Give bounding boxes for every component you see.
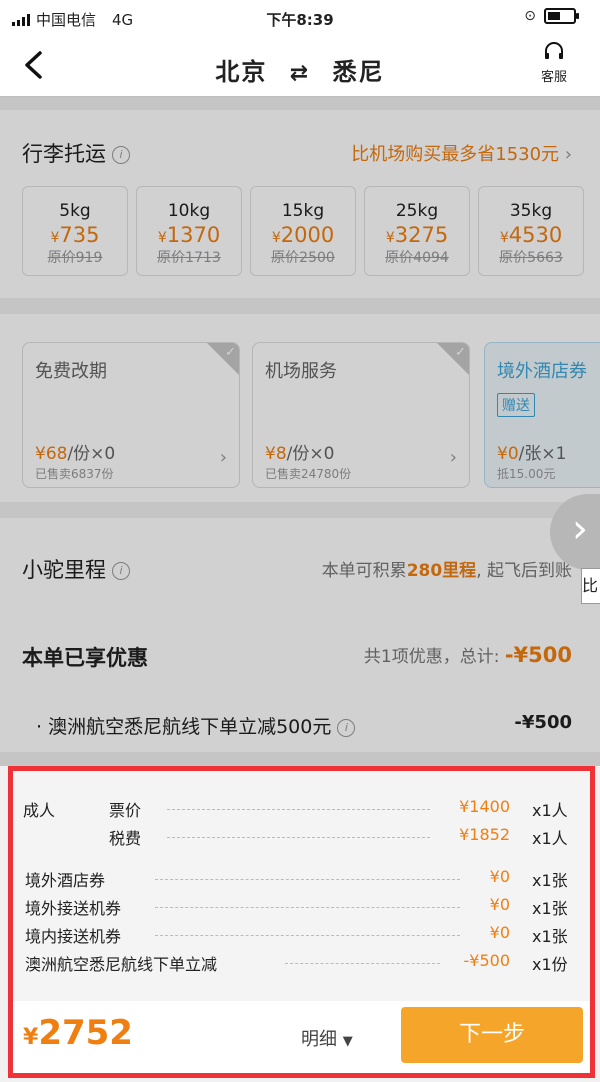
overlay-mask[interactable]	[0, 96, 600, 766]
next-step-button[interactable]: 下一步	[401, 1007, 583, 1063]
row-quantity: x1张	[532, 899, 568, 918]
row-label: 澳洲航空悉尼航线下单立减	[25, 955, 218, 974]
row-quantity: x1张	[532, 927, 568, 946]
breakdown-row-overseas-transfer: 境外接送机券 ¥0 x1张	[25, 895, 580, 919]
row-amount: ¥1400	[459, 797, 510, 816]
row-quantity: x1张	[532, 871, 568, 890]
clock: 下午8:39	[266, 11, 334, 29]
leader-line	[167, 837, 430, 838]
row-label: 票价	[109, 801, 142, 820]
origin-city: 北京	[215, 58, 268, 86]
row-amount: ¥0	[489, 895, 510, 914]
destination-city: 悉尼	[332, 58, 385, 86]
battery-icon	[544, 8, 579, 24]
row-label: 境外酒店券	[25, 871, 106, 890]
price-breakdown-panel: 成人 票价 ¥1400 x1人 税费 ¥1852 x1人 境外酒店券 ¥0 x1…	[8, 766, 595, 1078]
row-label: 境外接送机券	[25, 899, 122, 918]
row-label: 境内接送机券	[25, 927, 122, 946]
row-amount: ¥0	[489, 867, 510, 886]
row-label: 税费	[109, 829, 142, 848]
side-tab-label[interactable]: 比	[581, 568, 600, 604]
checkout-bar: ¥2752 明细 ▼ 下一步	[13, 1001, 590, 1073]
customer-service-button[interactable]: 客服	[536, 42, 572, 85]
breakdown-row-tax: 税费 ¥1852 x1人	[25, 825, 580, 849]
caret-down-icon: ▼	[342, 1034, 353, 1049]
detail-toggle[interactable]: 明细 ▼	[301, 1025, 353, 1051]
rotation-lock-icon: ⊙	[524, 8, 536, 24]
leader-line	[167, 809, 430, 810]
route-title: 北京 ⇄ 悉尼	[0, 52, 600, 87]
breakdown-row-domestic-transfer: 境内接送机券 ¥0 x1张	[25, 923, 580, 947]
swap-icon[interactable]: ⇄	[290, 61, 310, 86]
total-price: ¥2752	[23, 1013, 133, 1053]
leader-line	[155, 907, 460, 908]
status-bar: 中国电信 4G 下午8:39 ⊙	[0, 0, 600, 36]
leader-line	[155, 879, 460, 880]
row-quantity: x1份	[532, 955, 568, 974]
leader-line	[155, 935, 460, 936]
breakdown-row-discount: 澳洲航空悉尼航线下单立减 -¥500 x1份	[25, 951, 580, 975]
leader-line	[285, 963, 440, 964]
headset-icon	[545, 42, 563, 59]
row-amount: -¥500	[463, 951, 511, 970]
breakdown-row-hotel-voucher: 境外酒店券 ¥0 x1张	[25, 867, 580, 891]
row-quantity: x1人	[532, 801, 568, 820]
chevron-right-icon: ›	[572, 506, 588, 552]
breakdown-row-fare: 票价 ¥1400 x1人	[25, 797, 580, 821]
row-amount: ¥0	[489, 923, 510, 942]
row-amount: ¥1852	[459, 825, 510, 844]
nav-header: 北京 ⇄ 悉尼 客服	[0, 36, 600, 97]
customer-service-label: 客服	[540, 70, 567, 85]
row-quantity: x1人	[532, 829, 568, 848]
